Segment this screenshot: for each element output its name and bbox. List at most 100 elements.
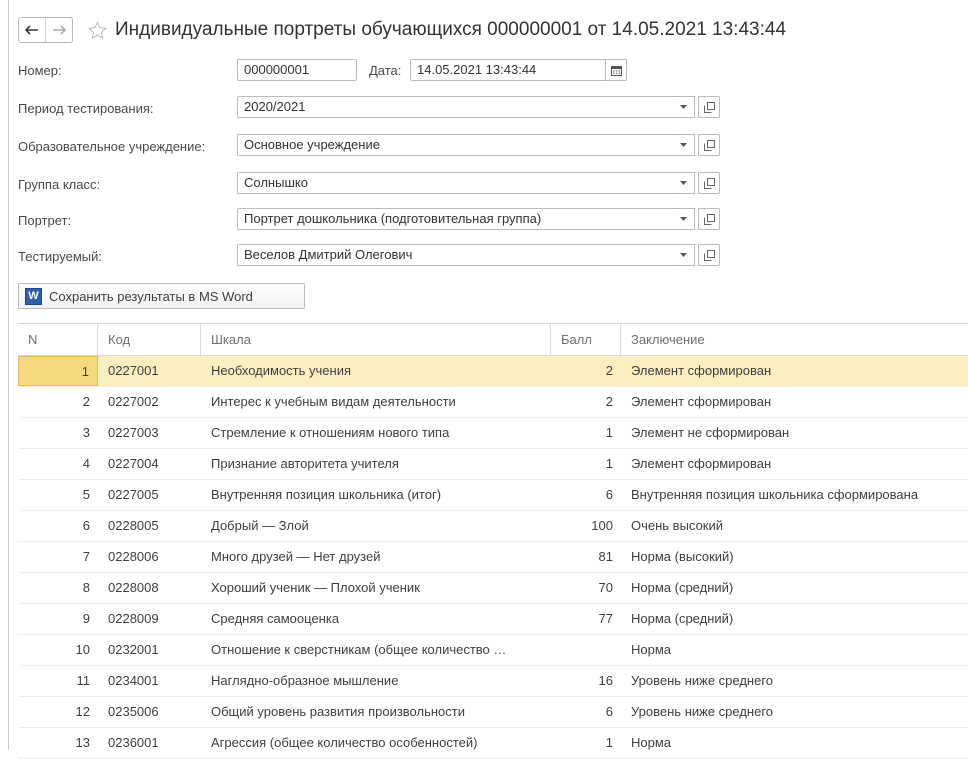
cell-shkala: Признание авторитета учителя: [211, 456, 399, 471]
number-field[interactable]: 000000001: [237, 59, 357, 81]
cell-shkala: Необходимость учения: [211, 363, 351, 378]
cell-ball: 81: [598, 549, 613, 564]
cell-kod: 0227001: [108, 363, 159, 378]
column-header-kod[interactable]: Код: [98, 324, 201, 355]
group-dropdown-button[interactable]: [673, 172, 695, 194]
date-label: Дата:: [369, 63, 402, 78]
cell-kod: 0227005: [108, 487, 159, 502]
table-body: 1 0227001 Необходимость учения 2 Элемент сфо…: [18, 356, 968, 759]
chevron-down-icon: [680, 143, 687, 147]
portrait-open-button[interactable]: [698, 208, 720, 230]
portrait-dropdown-button[interactable]: [673, 208, 695, 230]
column-header-zaklyuchenie[interactable]: Заключение: [621, 324, 968, 355]
cell-n: 3: [82, 425, 90, 440]
calendar-icon: [610, 65, 622, 76]
cell-shkala: Много друзей — Нет друзей: [211, 549, 381, 564]
cell-ball: 6: [605, 704, 613, 719]
number-label: Номер:: [18, 63, 62, 78]
cell-zaklyuchenie: Уровень ниже среднего: [631, 673, 774, 688]
cell-shkala: Добрый — Злой: [211, 518, 309, 533]
table-row[interactable]: 5 0227005 Внутренняя позиция школьника (ит…: [18, 480, 968, 511]
back-button[interactable]: [19, 18, 45, 42]
open-icon: [703, 139, 715, 151]
tested-field[interactable]: Веселов Дмитрий Олегович: [237, 244, 674, 266]
institution-open-button[interactable]: [698, 134, 720, 156]
group-open-button[interactable]: [698, 172, 720, 194]
table-row[interactable]: 2 0227002 Интерес к учебным видам деятельн…: [18, 387, 968, 418]
cell-shkala: Наглядно-образное мышление: [211, 673, 399, 688]
cell-ball: 100: [591, 518, 613, 533]
results-table: N Код Шкала Балл Заключение 1 0227001 Необ…: [18, 323, 968, 759]
table-row[interactable]: 13 0236001 Агрессия (общее количество особ…: [18, 728, 968, 759]
cell-ball: [551, 635, 621, 665]
period-label: Период тестирования:: [18, 101, 154, 116]
cell-zaklyuchenie: Элемент сформирован: [631, 394, 772, 409]
favorite-button[interactable]: [87, 20, 107, 40]
table-header: N Код Шкала Балл Заключение: [18, 323, 968, 356]
cell-zaklyuchenie: Норма (средний): [631, 580, 734, 595]
portrait-label: Портрет:: [18, 213, 72, 228]
portrait-field[interactable]: Портрет дошкольника (подготовительная гр…: [237, 208, 674, 230]
cell-shkala: Средняя самооценка: [211, 611, 340, 626]
page-title: Индивидуальные портреты обучающихся 0000…: [115, 19, 787, 40]
cell-zaklyuchenie: Норма: [631, 735, 672, 750]
table-row[interactable]: 8 0228008 Хороший ученик — Плохой ученик 70…: [18, 573, 968, 604]
period-open-button[interactable]: [698, 96, 720, 118]
date-field[interactable]: 14.05.2021 13:43:44: [410, 59, 606, 81]
cell-shkala: Отношение к сверстникам (общее количеств…: [211, 642, 507, 657]
forward-button[interactable]: [45, 18, 72, 42]
calendar-button[interactable]: [605, 59, 627, 81]
chevron-down-icon: [680, 105, 687, 109]
group-label: Группа класс:: [18, 177, 101, 192]
cell-n: 13: [75, 735, 90, 750]
cell-n: 10: [75, 642, 90, 657]
arrow-left-icon: [25, 25, 38, 35]
cell-n: 2: [82, 394, 90, 409]
cell-ball: 1: [605, 735, 613, 750]
table-row[interactable]: 6 0228005 Добрый — Злой 100 Очень высокий: [18, 511, 968, 542]
column-header-n[interactable]: N: [18, 324, 98, 355]
table-row[interactable]: 12 0235006 Общий уровень развития произвол…: [18, 697, 968, 728]
cell-zaklyuchenie: Норма: [631, 642, 672, 657]
institution-dropdown-button[interactable]: [673, 134, 695, 156]
chevron-down-icon: [680, 253, 687, 257]
cell-ball: 6: [605, 487, 613, 502]
tested-open-button[interactable]: [698, 244, 720, 266]
institution-field[interactable]: Основное учреждение: [237, 134, 674, 156]
cell-kod: 0228008: [108, 580, 159, 595]
column-header-shkala[interactable]: Шкала: [201, 324, 551, 355]
open-icon: [703, 249, 715, 261]
cell-ball: 2: [605, 363, 613, 378]
institution-label: Образовательное учреждение:: [18, 139, 206, 154]
period-dropdown-button[interactable]: [673, 96, 695, 118]
cell-shkala: Внутренняя позиция школьника (итог): [211, 487, 442, 502]
table-row[interactable]: 11 0234001 Наглядно-образное мышление 16 Уро…: [18, 666, 968, 697]
column-header-ball[interactable]: Балл: [551, 324, 621, 355]
cell-n: 5: [82, 487, 90, 502]
window-left-border: [8, 0, 9, 750]
table-row[interactable]: 4 0227004 Признание авторитета учителя 1 Эле…: [18, 449, 968, 480]
table-row[interactable]: 9 0228009 Средняя самооценка 77 Норма (средн…: [18, 604, 968, 635]
period-field[interactable]: 2020/2021: [237, 96, 674, 118]
cell-n: 1: [18, 356, 98, 386]
open-icon: [703, 177, 715, 189]
cell-zaklyuchenie: Уровень ниже среднего: [631, 704, 774, 719]
chevron-down-icon: [680, 217, 687, 221]
cell-zaklyuchenie: Норма (средний): [631, 611, 734, 626]
table-row[interactable]: 3 0227003 Стремление к отношениям нового т…: [18, 418, 968, 449]
save-to-word-button[interactable]: W Сохранить результаты в MS Word: [18, 283, 305, 309]
tested-label: Тестируемый:: [18, 249, 102, 264]
tested-dropdown-button[interactable]: [673, 244, 695, 266]
cell-shkala: Общий уровень развития произвольности: [211, 704, 465, 719]
cell-n: 8: [82, 580, 90, 595]
cell-n: 9: [82, 611, 90, 626]
ms-word-icon: W: [25, 287, 42, 305]
cell-zaklyuchenie: Внутренняя позиция школьника сформирован…: [631, 487, 919, 502]
table-row[interactable]: 1 0227001 Необходимость учения 2 Элемент сфо…: [18, 356, 968, 387]
cell-kod: 0234001: [108, 673, 159, 688]
cell-ball: 2: [605, 394, 613, 409]
cell-ball: 1: [605, 425, 613, 440]
table-row[interactable]: 10 0232001 Отношение к сверстникам (общее …: [18, 635, 968, 666]
table-row[interactable]: 7 0228006 Много друзей — Нет друзей 81 Норма…: [18, 542, 968, 573]
group-field[interactable]: Солнышко: [237, 172, 674, 194]
